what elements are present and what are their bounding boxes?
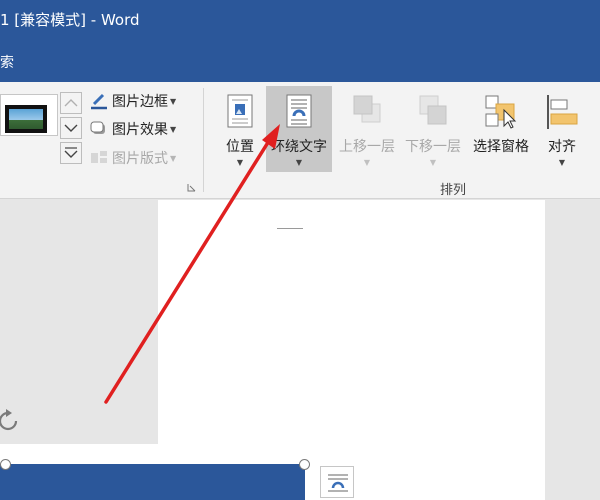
bring-forward-icon — [353, 95, 381, 123]
document-background-left — [0, 200, 158, 444]
dropdown-arrow-icon: ▼ — [170, 153, 177, 163]
gallery-scroll-up-button[interactable] — [60, 92, 82, 114]
picture-effects-label: 图片效果 — [112, 122, 168, 138]
wrap-text-icon — [286, 94, 312, 128]
wrap-text-button[interactable]: 环绕文字 ▼ — [266, 86, 332, 172]
send-backward-icon — [419, 95, 447, 125]
send-backward-button[interactable]: 下移一层 ▼ — [400, 86, 466, 172]
dropdown-arrow-icon: ▼ — [236, 158, 244, 167]
menu-bar: 索 — [0, 38, 600, 82]
document-background-right — [545, 200, 600, 500]
picture-border-label: 图片边框 — [112, 94, 168, 110]
bring-forward-label: 上移一层 — [339, 139, 395, 155]
picture-border-button[interactable]: 图片边框 ▼ — [90, 90, 176, 112]
page-header-line — [277, 228, 303, 229]
dropdown-arrow-icon: ▼ — [558, 158, 566, 167]
picture-layout-button[interactable]: 图片版式 ▼ — [90, 147, 176, 169]
picture-layout-label: 图片版式 — [112, 151, 168, 167]
group-separator — [203, 88, 204, 192]
arrange-group-label: 排列 — [439, 183, 466, 198]
send-backward-label: 下移一层 — [405, 139, 461, 155]
picture-style-thumbnail[interactable] — [0, 94, 58, 136]
layout-options-button[interactable] — [320, 466, 354, 498]
picture-effects-button[interactable]: 图片效果 ▼ — [90, 118, 176, 140]
picture-layout-icon — [90, 149, 108, 167]
ribbon: 图片边框 ▼ 图片效果 ▼ 图片版式 ▼ 位置 ▼ 环绕文字 ▼ 上移一层 ▼ … — [0, 82, 600, 199]
menu-tab-fragment[interactable]: 索 — [0, 52, 14, 72]
bring-forward-button[interactable]: 上移一层 ▼ — [334, 86, 400, 172]
position-label: 位置 — [226, 139, 254, 155]
selection-pane-label: 选择窗格 — [473, 139, 529, 155]
resize-handle[interactable] — [0, 459, 11, 470]
layout-options-icon — [328, 474, 348, 492]
dropdown-arrow-icon: ▼ — [170, 96, 177, 106]
expand-gallery-icon — [64, 147, 78, 158]
selection-pane-button[interactable]: 选择窗格 — [466, 86, 536, 172]
selected-shape[interactable] — [0, 464, 305, 500]
window-title: 1 [兼容模式] - Word — [0, 11, 140, 29]
gallery-scroll-down-button[interactable] — [60, 117, 82, 139]
dropdown-arrow-icon: ▼ — [170, 124, 177, 134]
rotate-handle-icon[interactable] — [0, 407, 22, 435]
resize-handle[interactable] — [299, 459, 310, 470]
position-icon — [227, 94, 253, 128]
chevron-up-icon — [64, 99, 78, 107]
picture-effects-icon — [90, 120, 108, 138]
chevron-down-icon — [64, 124, 78, 132]
wrap-text-label: 环绕文字 — [271, 139, 327, 155]
align-icon — [547, 95, 578, 129]
dropdown-arrow-icon: ▼ — [429, 158, 437, 167]
picture-style-frame — [5, 105, 47, 133]
picture-style-preview — [9, 109, 43, 129]
document-page[interactable] — [158, 200, 545, 500]
pencil-border-icon — [90, 92, 108, 110]
gallery-more-button[interactable] — [60, 142, 82, 164]
selection-pane-icon — [485, 95, 517, 129]
position-button[interactable]: 位置 ▼ — [216, 86, 264, 172]
dialog-launcher-icon[interactable] — [187, 183, 196, 192]
title-bar: 1 [兼容模式] - Word — [0, 0, 600, 38]
align-button[interactable]: 对齐 ▼ — [540, 86, 584, 172]
dropdown-arrow-icon: ▼ — [295, 158, 303, 167]
align-label: 对齐 — [548, 139, 576, 155]
dropdown-arrow-icon: ▼ — [363, 158, 371, 167]
